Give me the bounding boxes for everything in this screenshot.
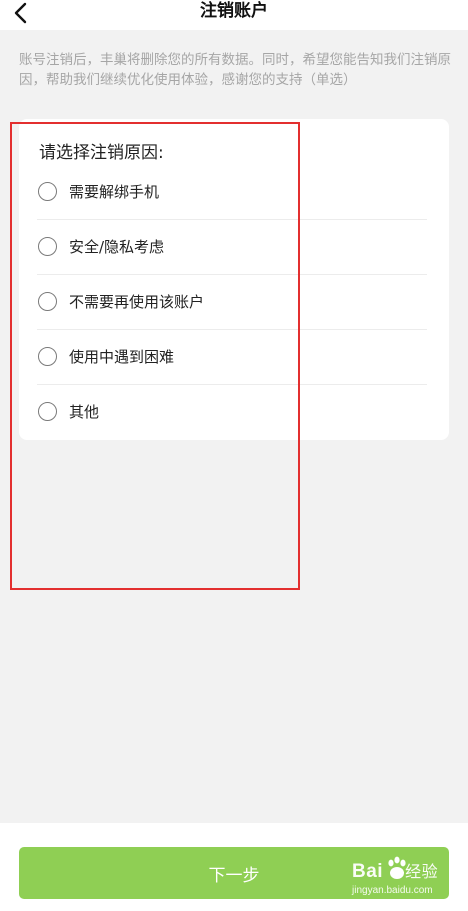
reason-option-unbind-phone[interactable]: 需要解绑手机 bbox=[37, 165, 427, 220]
reason-option-label: 需要解绑手机 bbox=[69, 183, 160, 201]
reason-option-label: 使用中遇到困难 bbox=[69, 348, 175, 366]
reason-title: 请选择注销原因: bbox=[39, 143, 164, 163]
reason-option-no-longer-needed[interactable]: 不需要再使用该账户 bbox=[37, 275, 427, 330]
reason-card: 请选择注销原因: 需要解绑手机 安全/隐私考虑 不需要再使用该账户 使用中遇到困… bbox=[19, 119, 449, 440]
reason-option-privacy[interactable]: 安全/隐私考虑 bbox=[37, 220, 427, 275]
reason-option-difficulty[interactable]: 使用中遇到困难 bbox=[37, 330, 427, 385]
next-button[interactable]: 下一步 bbox=[19, 847, 449, 899]
radio-icon[interactable] bbox=[38, 347, 57, 366]
reason-option-label: 安全/隐私考虑 bbox=[69, 238, 165, 256]
bottom-bar: 下一步 bbox=[0, 823, 468, 911]
radio-icon[interactable] bbox=[38, 237, 57, 256]
notice-text: 账号注销后，丰巢将删除您的所有数据。同时，希望您能告知我们注销原因，帮助我们继续… bbox=[19, 52, 451, 88]
radio-icon[interactable] bbox=[38, 292, 57, 311]
radio-icon[interactable] bbox=[38, 402, 57, 421]
reason-option-label: 不需要再使用该账户 bbox=[69, 293, 205, 311]
reason-option-other[interactable]: 其他 bbox=[37, 385, 427, 440]
reason-option-label: 其他 bbox=[69, 403, 100, 421]
radio-icon[interactable] bbox=[38, 182, 57, 201]
header-bar: 注销账户 bbox=[0, 0, 468, 30]
page-title: 注销账户 bbox=[200, 1, 268, 21]
